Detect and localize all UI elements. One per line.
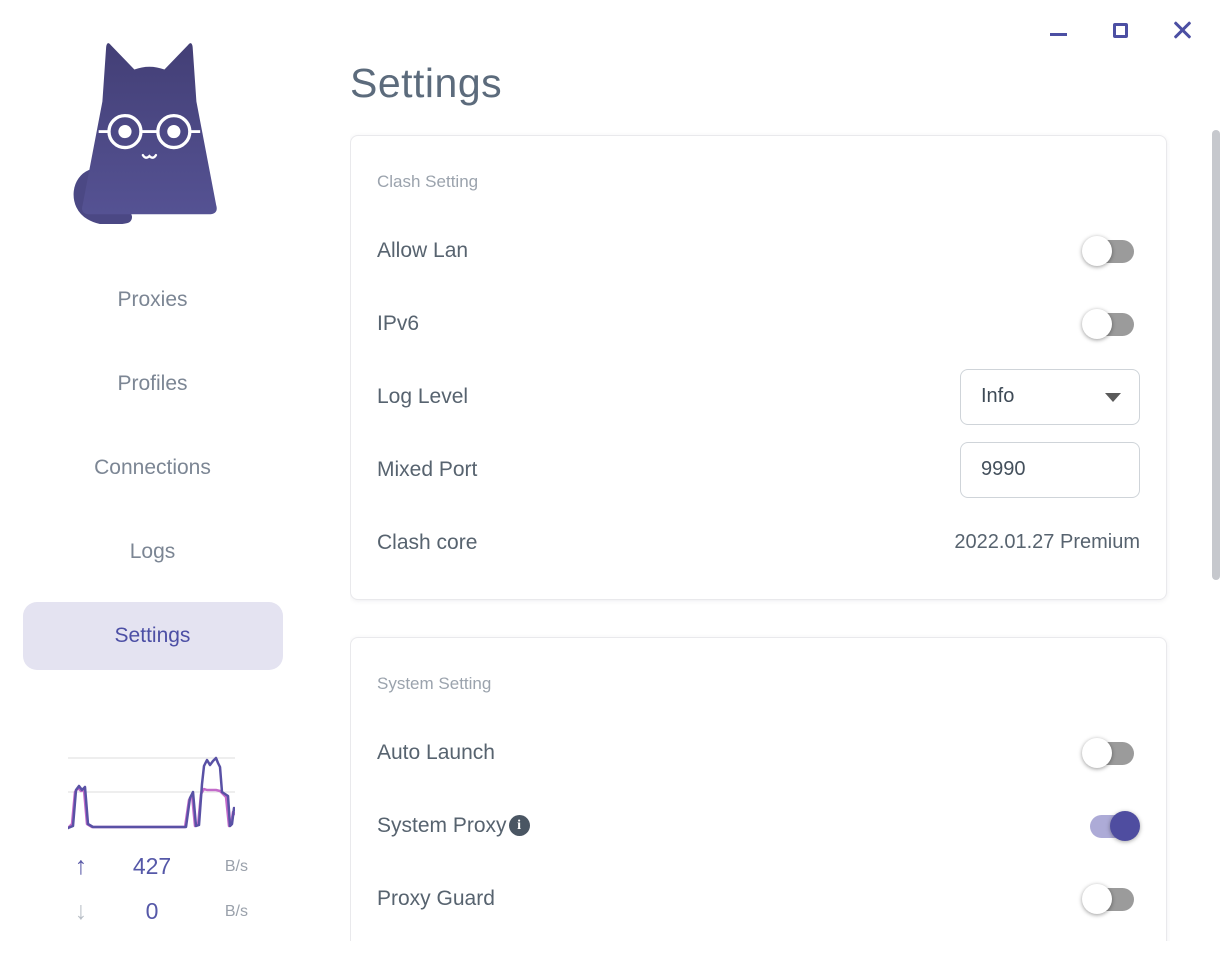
- clash-setting-card: Clash Setting Allow Lan IPv6 Log Level I…: [350, 135, 1167, 600]
- row-label: IPv6: [377, 311, 420, 335]
- setting-row-system-proxy: System Proxy i: [377, 789, 1140, 862]
- row-label: System Proxy: [377, 813, 507, 837]
- card-title: System Setting: [377, 674, 492, 693]
- upload-rate-unit: B/s: [224, 857, 248, 875]
- chevron-down-icon: [1105, 393, 1121, 402]
- info-icon[interactable]: i: [508, 815, 530, 836]
- row-label: Log Level: [377, 384, 469, 408]
- vertical-scrollbar[interactable]: [1212, 130, 1220, 580]
- page-title: Settings: [350, 60, 503, 106]
- traffic-panel: ↑ 427 B/s ↓ 0 B/s: [0, 752, 305, 926]
- toggle-knob: [1082, 308, 1112, 339]
- sidebar-item-proxies[interactable]: Proxies: [23, 258, 283, 342]
- toggle-knob: [1082, 883, 1112, 914]
- row-label: Auto Launch: [377, 740, 495, 764]
- sidebar-item-connections[interactable]: Connections: [23, 426, 283, 510]
- upload-rate-value: 427: [132, 853, 172, 879]
- row-label: Proxy Guard: [377, 886, 495, 910]
- mixed-port-input[interactable]: [960, 441, 1140, 498]
- row-label: Mixed Port: [377, 457, 478, 481]
- sidebar-item-settings[interactable]: Settings: [22, 602, 283, 670]
- traffic-graph: [68, 756, 235, 830]
- sidebar: Proxies Profiles Connections Logs Settin…: [0, 0, 305, 956]
- system-proxy-toggle[interactable]: [1082, 810, 1140, 842]
- toggle-knob: [1110, 810, 1140, 841]
- auto-launch-toggle[interactable]: [1082, 737, 1140, 769]
- download-rate-unit: B/s: [224, 902, 248, 920]
- setting-row-mixed-port: Mixed Port: [377, 433, 1140, 506]
- close-icon: [1173, 21, 1191, 39]
- row-label: Allow Lan: [377, 238, 469, 262]
- setting-row-allow-lan: Allow Lan: [377, 214, 1140, 287]
- log-level-select[interactable]: Info: [960, 368, 1140, 425]
- download-arrow-icon: ↓: [74, 897, 88, 925]
- upload-arrow-icon: ↑: [74, 852, 88, 880]
- upload-rate-row: ↑ 427 B/s: [58, 852, 248, 881]
- ipv6-toggle[interactable]: [1082, 308, 1140, 340]
- close-button[interactable]: [1170, 18, 1194, 42]
- setting-row-proxy-guard: Proxy Guard: [377, 862, 1140, 935]
- system-setting-card: System Setting Auto Launch System Proxy …: [350, 637, 1167, 941]
- setting-row-auto-launch: Auto Launch: [377, 716, 1140, 789]
- row-label: Clash core: [377, 530, 478, 554]
- download-rate-row: ↓ 0 B/s: [58, 897, 248, 926]
- sidebar-item-logs[interactable]: Logs: [23, 510, 283, 594]
- clash-cat-logo: [73, 43, 217, 224]
- sidebar-nav: Proxies Profiles Connections Logs Settin…: [0, 258, 305, 678]
- card-title: Clash Setting: [377, 172, 479, 191]
- proxy-guard-toggle[interactable]: [1082, 883, 1140, 915]
- toggle-knob: [1082, 235, 1112, 266]
- toggle-knob: [1082, 737, 1112, 768]
- sidebar-item-profiles[interactable]: Profiles: [23, 342, 283, 426]
- main-content: Settings Clash Setting Allow Lan IPv6 Lo…: [350, 0, 1170, 941]
- download-rate-value: 0: [145, 898, 159, 924]
- allow-lan-toggle[interactable]: [1082, 235, 1140, 267]
- clash-core-version: 2022.01.27 Premium: [954, 531, 1140, 553]
- setting-row-ipv6: IPv6: [377, 287, 1140, 360]
- setting-row-log-level: Log Level Info: [377, 360, 1140, 433]
- setting-row-clash-core: Clash core 2022.01.27 Premium: [377, 506, 1140, 579]
- log-level-selected-value: Info: [981, 385, 1015, 407]
